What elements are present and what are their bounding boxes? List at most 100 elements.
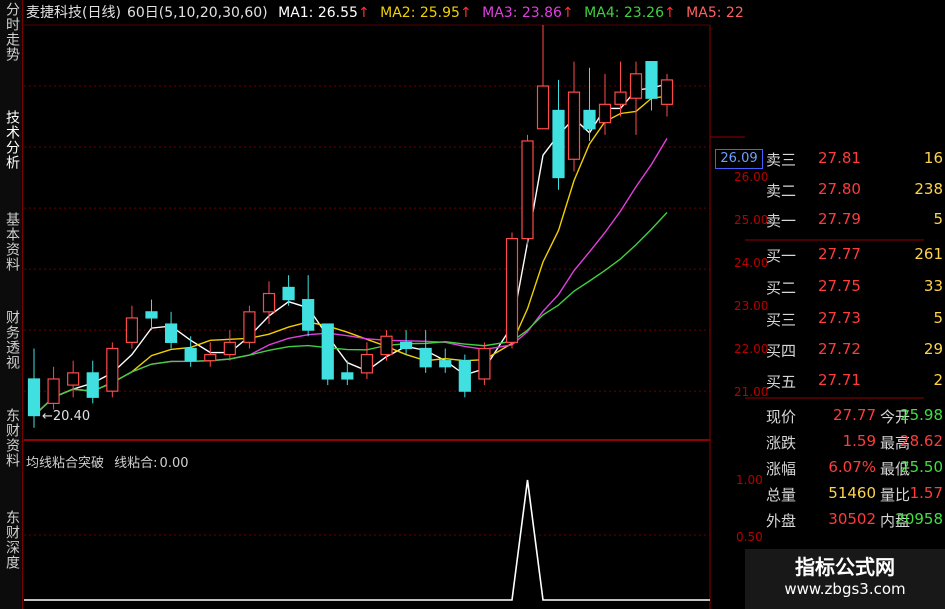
bid-volume: 261 [914,245,943,263]
candle-body [360,353,374,374]
stat-value: 25.50 [900,458,943,476]
candle-body [478,347,491,380]
candle-body [204,353,217,362]
price-tick: 24.00 [734,256,769,270]
bid-label: 买五 [766,373,797,391]
indicator-series-label: 线粘合: [114,456,158,471]
ma2-label: MA2: [380,5,416,21]
low-price-annotation: ←20.40 [42,409,91,424]
price-tick: 26.00 [734,170,769,184]
stat-label: 涨跌 [766,434,797,452]
stock-name: 麦捷科技(日线) [26,5,121,21]
ma3-value: 23.86 [521,5,562,21]
candle-body [86,372,99,398]
tab-dongcai-info[interactable]: 东财资料 [2,408,20,468]
candle-body [106,347,119,392]
candles [27,25,674,428]
bid-row-4[interactable]: 买四 27.72 29 [766,340,945,364]
indicator-line [24,479,710,601]
tab-basic-info[interactable]: 基本资料 [2,212,20,272]
stat-value: 1.57 [909,484,943,502]
tab-technical-analysis[interactable]: 技术分析 [2,110,20,170]
stat-value: 30502 [828,510,876,528]
candle-body [439,360,452,368]
candle-body [341,372,354,380]
candle-body [164,323,178,343]
ask-price: 27.79 [818,210,861,228]
ma5-label: MA5: [686,5,722,21]
ma1-value: 26.55 [317,5,358,21]
ma1-label: MA1: [278,5,314,21]
indicator-series-value: 0.00 [159,456,189,471]
stat-label: 现价 [766,408,797,426]
ask-row-3[interactable]: 卖三 27.81 16 [766,149,945,173]
bid-label: 买三 [766,311,797,329]
bid-row-1[interactable]: 买一 27.77 261 [766,245,945,269]
indicator-name: 均线粘合突破 [26,456,105,471]
candle-body [419,347,432,368]
chart-params: 60日(5,10,20,30,60) [126,5,268,21]
stat-value: 20958 [895,510,943,528]
indicator-tick: 1.00 [736,473,763,487]
stat-row: 现价 27.77 今开 25.98 [766,406,945,428]
candle-body [583,109,596,130]
candle-body [47,378,60,404]
bid-row-5[interactable]: 买五 27.71 2 [766,371,945,395]
ma2-arrow: ↑ [459,5,472,21]
ma5-value: 22 [725,5,744,21]
candle-body [399,341,413,350]
bid-label: 买二 [766,279,797,297]
stat-label: 量比 [880,486,911,504]
stat-row: 涨跌 1.59 最高 28.62 [766,432,945,454]
stat-value: 1.59 [842,432,876,450]
bid-price: 27.71 [818,371,861,389]
ma2-value: 25.95 [419,5,460,21]
tab-time-sharing[interactable]: 分时走势 [2,2,20,62]
price-tick: 25.00 [734,213,769,227]
bid-volume: 29 [923,340,943,358]
candle-body [184,347,197,362]
ask-volume: 16 [923,149,943,167]
bid-label: 买四 [766,342,797,360]
watermark-title: 指标公式网 [795,555,895,579]
chart-title-bar: 麦捷科技(日线) 60日(5,10,20,30,60) MA1: 26.55↑ M… [26,2,750,22]
indicator-title-bar: 均线粘合突破 线粘合: 0.00 [26,452,189,471]
candle-body [567,91,581,160]
bid-row-3[interactable]: 买三 27.73 5 [766,309,945,333]
candle-body [145,311,158,319]
candle-body [27,378,41,417]
candle-body [223,341,236,356]
stat-label: 总量 [766,486,797,504]
candle-body [645,61,658,99]
bid-price: 27.73 [818,309,861,327]
candle-body [614,91,627,105]
candle-body [629,73,643,99]
current-price-box: 26.09 [715,149,763,169]
ask-row-2[interactable]: 卖二 27.80 238 [766,180,945,204]
price-tick: 23.00 [734,299,769,313]
ask-price: 27.81 [818,149,861,167]
stat-row: 外盘 30502 内盘 20958 [766,510,945,532]
bid-row-2[interactable]: 买二 27.75 33 [766,277,945,301]
stat-label: 外盘 [766,512,797,530]
stat-row: 涨幅 6.07% 最低 25.50 [766,458,945,480]
candle-body [302,299,315,331]
tab-finance[interactable]: 财务透视 [2,310,20,370]
stat-value: 6.07% [828,458,876,476]
stat-value: 27.77 [833,406,876,424]
candle-body [67,372,80,386]
watermark-url: www.zbgs3.com [784,580,906,598]
ma4-label: MA4: [584,5,620,21]
candle-body [598,103,612,124]
ma3-label: MA3: [482,5,518,21]
ask-label: 卖一 [766,212,797,230]
tab-dongcai-depth[interactable]: 东财深度 [2,510,20,570]
candle-body [552,109,565,179]
indicator-series-line [24,479,710,601]
ask-label: 卖二 [766,182,797,200]
ask-volume: 5 [933,210,943,228]
candle-body [262,292,276,313]
ma1-arrow: ↑ [357,5,370,21]
ma4-arrow: ↑ [663,5,676,21]
ask-row-1[interactable]: 卖一 27.79 5 [766,210,945,234]
